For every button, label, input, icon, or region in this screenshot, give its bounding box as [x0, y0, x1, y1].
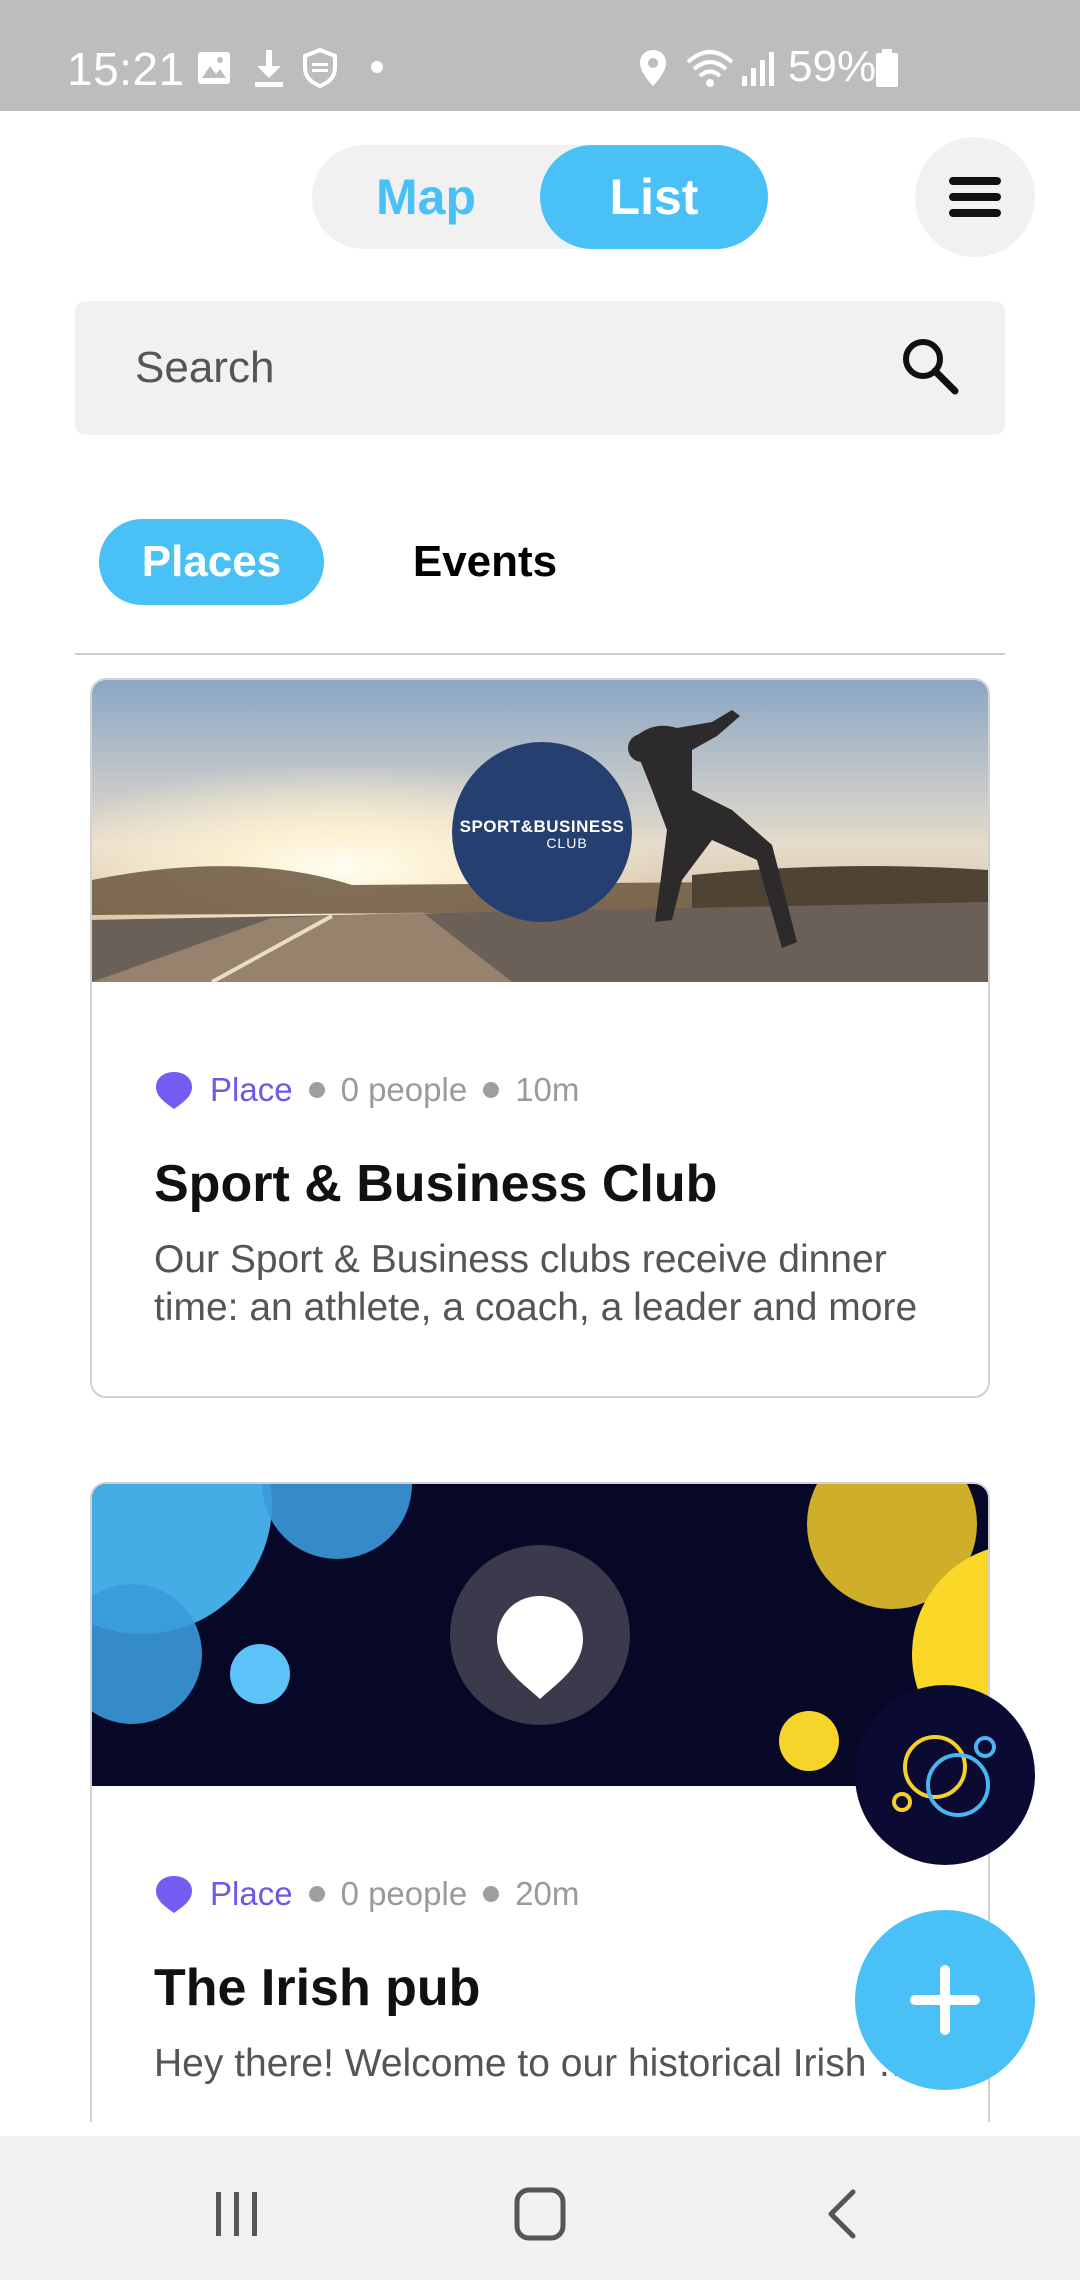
search-input[interactable]: [135, 301, 895, 435]
tab-places[interactable]: Places: [99, 519, 324, 605]
card-title: Sport & Business Club: [154, 1155, 718, 1213]
add-button[interactable]: [855, 1910, 1035, 2090]
card-cover-image: SPORT&BUSINESS CLUB: [92, 680, 988, 982]
separator-dot: [483, 1082, 500, 1098]
bubbles-fab-button[interactable]: [855, 1685, 1035, 1865]
logo-text: SPORT&BUSINESS: [459, 817, 625, 836]
download-icon: [255, 50, 283, 87]
place-pin-icon: [156, 1072, 192, 1109]
list-toggle-button[interactable]: List: [540, 145, 768, 249]
search-box: [75, 301, 1005, 435]
card-cover-image: [92, 1484, 988, 1786]
separator-dot: [483, 1886, 500, 1902]
card-body: Place 0 people 20m The Irish pub Hey the…: [154, 1872, 934, 2088]
shield-icon: [303, 48, 337, 88]
bubbles-icon: [892, 1735, 996, 1817]
battery-percentage: 59%: [788, 42, 877, 91]
status-time: 15:21: [67, 43, 185, 95]
card-title: The Irish pub: [154, 1959, 481, 2017]
card-description: Hey there! Welcome to our historical Iri…: [154, 2042, 934, 2085]
back-icon[interactable]: [803, 2184, 883, 2244]
people-count: 0 people: [340, 1071, 468, 1108]
card-meta: Place 0 people 10m: [154, 1068, 934, 1112]
system-nav-bar: [0, 2136, 1080, 2280]
menu-button[interactable]: [915, 137, 1035, 257]
home-icon[interactable]: [500, 2184, 580, 2244]
card-meta: Place 0 people 20m: [154, 1872, 934, 1916]
map-toggle-button[interactable]: Map: [312, 145, 540, 249]
separator-dot: [308, 1082, 325, 1098]
card-description: Our Sport & Business clubs receive dinne…: [154, 1238, 918, 1329]
separator-dot: [308, 1886, 325, 1902]
place-type-label: Place: [210, 1875, 293, 1912]
tab-events[interactable]: Events: [380, 519, 590, 605]
place-card[interactable]: SPORT&BUSINESS CLUB Place 0 people 10m S…: [90, 678, 990, 1398]
wifi-icon: [686, 50, 734, 87]
place-type-label: Place: [210, 1071, 293, 1108]
map-list-toggle: Map List: [312, 145, 768, 249]
card-body: Place 0 people 10m Sport & Business Club…: [154, 1068, 934, 1332]
dot-icon: [371, 61, 383, 73]
recent-apps-icon[interactable]: [197, 2184, 277, 2244]
search-icon[interactable]: [900, 336, 960, 396]
people-count: 0 people: [340, 1875, 468, 1912]
status-bar: 15:21 59%: [0, 0, 1080, 111]
distance-label: 20m: [515, 1875, 580, 1912]
divider: [75, 653, 1005, 655]
logo-subtext: CLUB: [546, 835, 588, 851]
image-icon: [198, 52, 230, 84]
location-icon: [640, 50, 666, 86]
signal-icon: [742, 52, 774, 86]
bubbles-placeholder-image: [92, 1484, 988, 1786]
distance-label: 10m: [515, 1071, 580, 1108]
place-pin-icon: [156, 1876, 192, 1913]
sport-business-club-logo: SPORT&BUSINESS CLUB: [452, 742, 632, 922]
battery-icon: [876, 49, 898, 87]
